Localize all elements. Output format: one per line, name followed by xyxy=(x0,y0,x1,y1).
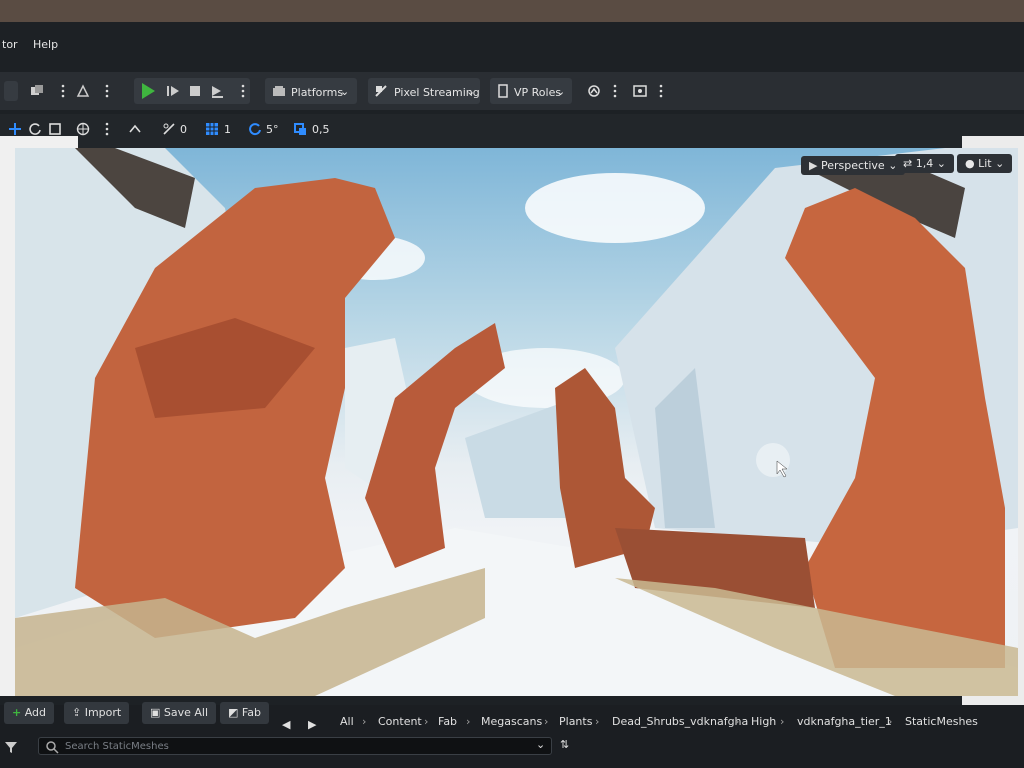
lighting-mode-dropdown[interactable]: ● Lit ⌄ xyxy=(957,154,1013,173)
grid-snap-icon[interactable] xyxy=(205,122,219,136)
more-options-icon[interactable] xyxy=(56,84,70,98)
vp-roles-label: VP Roles xyxy=(514,86,562,99)
search-placeholder: Search StaticMeshes xyxy=(65,741,169,752)
add-button[interactable]: + Add xyxy=(4,702,55,724)
fab-label: Fab xyxy=(241,706,261,719)
rotation-snap-value[interactable]: 0 xyxy=(180,123,187,136)
chevron-down-icon-search[interactable]: ⌄ xyxy=(536,738,545,751)
import-label: Import xyxy=(84,706,122,719)
menu-item-editor[interactable]: tor xyxy=(2,38,18,51)
source-control-icon[interactable] xyxy=(587,84,601,98)
cursor-highlight xyxy=(756,443,790,477)
chevron-down-icon-platforms: ⌄ xyxy=(340,85,350,98)
chevron-down-icon[interactable] xyxy=(4,81,18,101)
more-options-icon-2[interactable] xyxy=(100,84,114,98)
more-options-icon-5[interactable] xyxy=(100,122,114,136)
play-icon[interactable] xyxy=(142,83,155,99)
breadcrumb-item[interactable]: Megascans xyxy=(481,715,542,728)
scale-icon[interactable] xyxy=(48,122,62,136)
platforms-label: Platforms xyxy=(291,86,344,99)
import-button[interactable]: ⇪ Import xyxy=(64,702,130,724)
forward-arrow-icon[interactable]: ▶ xyxy=(308,718,316,731)
platforms-icon xyxy=(273,86,285,96)
content-icon[interactable] xyxy=(30,84,44,98)
breadcrumb-item[interactable]: Fab xyxy=(438,715,457,728)
save-all-label: Save All xyxy=(163,706,209,719)
stop-icon[interactable] xyxy=(188,84,202,98)
chevron-down-icon-pixel: ⌄ xyxy=(466,85,476,98)
camera-speed-button[interactable]: ⇄ 1,4 ⌄ xyxy=(895,154,954,173)
angle-snap-value[interactable]: 5° xyxy=(266,123,279,136)
unreal-editor-window: tor Help Platforms ⌄ Pixel Streaming ⌄ V… xyxy=(0,22,1024,768)
play-options-icon[interactable] xyxy=(236,84,250,98)
surface-snapping-icon[interactable] xyxy=(128,122,142,136)
add-label: Add xyxy=(24,706,47,719)
search-icon xyxy=(46,741,59,754)
filter-icon[interactable] xyxy=(4,740,18,754)
breadcrumb-item[interactable]: Plants xyxy=(559,715,592,728)
plus-icon: + xyxy=(12,706,22,719)
search-input[interactable]: Search StaticMeshes xyxy=(38,737,552,755)
breadcrumb-item[interactable]: vdknafgha_tier_1 xyxy=(797,715,892,728)
chevron-down-icon-lit: ⌄ xyxy=(995,157,1005,170)
breadcrumb-item[interactable]: High xyxy=(751,715,776,728)
chevron-down-icon-speed: ⌄ xyxy=(936,157,946,170)
breadcrumb-item[interactable]: All xyxy=(340,715,354,728)
pixel-streaming-icon xyxy=(375,85,387,97)
save-all-button[interactable]: ▣ Save All xyxy=(142,702,217,724)
main-toolbar: Platforms ⌄ Pixel Streaming ⌄ VP Roles ⌄ xyxy=(0,72,1024,110)
breadcrumb-item[interactable]: StaticMeshes xyxy=(905,715,978,728)
breadcrumb-item[interactable]: Dead_Shrubs_vdknafgha xyxy=(612,715,748,728)
angle-snap-icon[interactable] xyxy=(248,122,262,136)
menu-bar: tor Help xyxy=(0,32,1024,56)
scale-snap-value[interactable]: 0,5 xyxy=(312,123,330,136)
view-mode-dropdown[interactable]: ▶ Perspective ⌄ xyxy=(801,156,906,175)
camera-icon: ▶ xyxy=(809,159,818,172)
scene-render[interactable] xyxy=(15,148,1018,696)
fab-icon: ◩ xyxy=(228,706,239,719)
scale-snap-icon[interactable] xyxy=(293,122,307,136)
launch-icon[interactable] xyxy=(210,84,224,98)
blueprint-icon[interactable] xyxy=(76,84,90,98)
back-arrow-icon[interactable]: ◀ xyxy=(282,718,290,731)
camera-speed-value: 1,4 xyxy=(915,157,934,170)
view-mode-label: Perspective xyxy=(820,159,885,172)
rotate-icon[interactable] xyxy=(28,122,42,136)
rotation-snap-icon[interactable] xyxy=(162,122,176,136)
camera-speed-icon: ⇄ xyxy=(903,157,913,170)
step-play-icon[interactable] xyxy=(166,84,180,98)
more-options-icon-3[interactable] xyxy=(608,84,622,98)
image-capture-icon[interactable] xyxy=(633,84,647,98)
lighting-mode-label: Lit xyxy=(978,157,992,170)
more-options-icon-4[interactable] xyxy=(654,84,668,98)
grid-snap-value[interactable]: 1 xyxy=(224,123,231,136)
import-icon: ⇪ xyxy=(72,706,82,719)
world-space-icon[interactable] xyxy=(76,122,90,136)
lit-icon: ● xyxy=(965,157,975,170)
cloud xyxy=(525,173,705,243)
fab-button[interactable]: ◩ Fab xyxy=(220,702,269,724)
translate-icon[interactable] xyxy=(8,122,22,136)
chevron-down-icon-vp: ⌄ xyxy=(556,85,566,98)
level-viewport[interactable]: ▶ Perspective ⌄ ⇄ 1,4 ⌄ ● Lit ⌄ xyxy=(15,148,1018,696)
save-icon: ▣ xyxy=(150,706,161,719)
menu-item-help[interactable]: Help xyxy=(33,38,58,51)
sort-icon[interactable]: ⇅ xyxy=(560,738,569,751)
vp-roles-icon xyxy=(498,84,508,98)
breadcrumb-item[interactable]: Content xyxy=(378,715,422,728)
